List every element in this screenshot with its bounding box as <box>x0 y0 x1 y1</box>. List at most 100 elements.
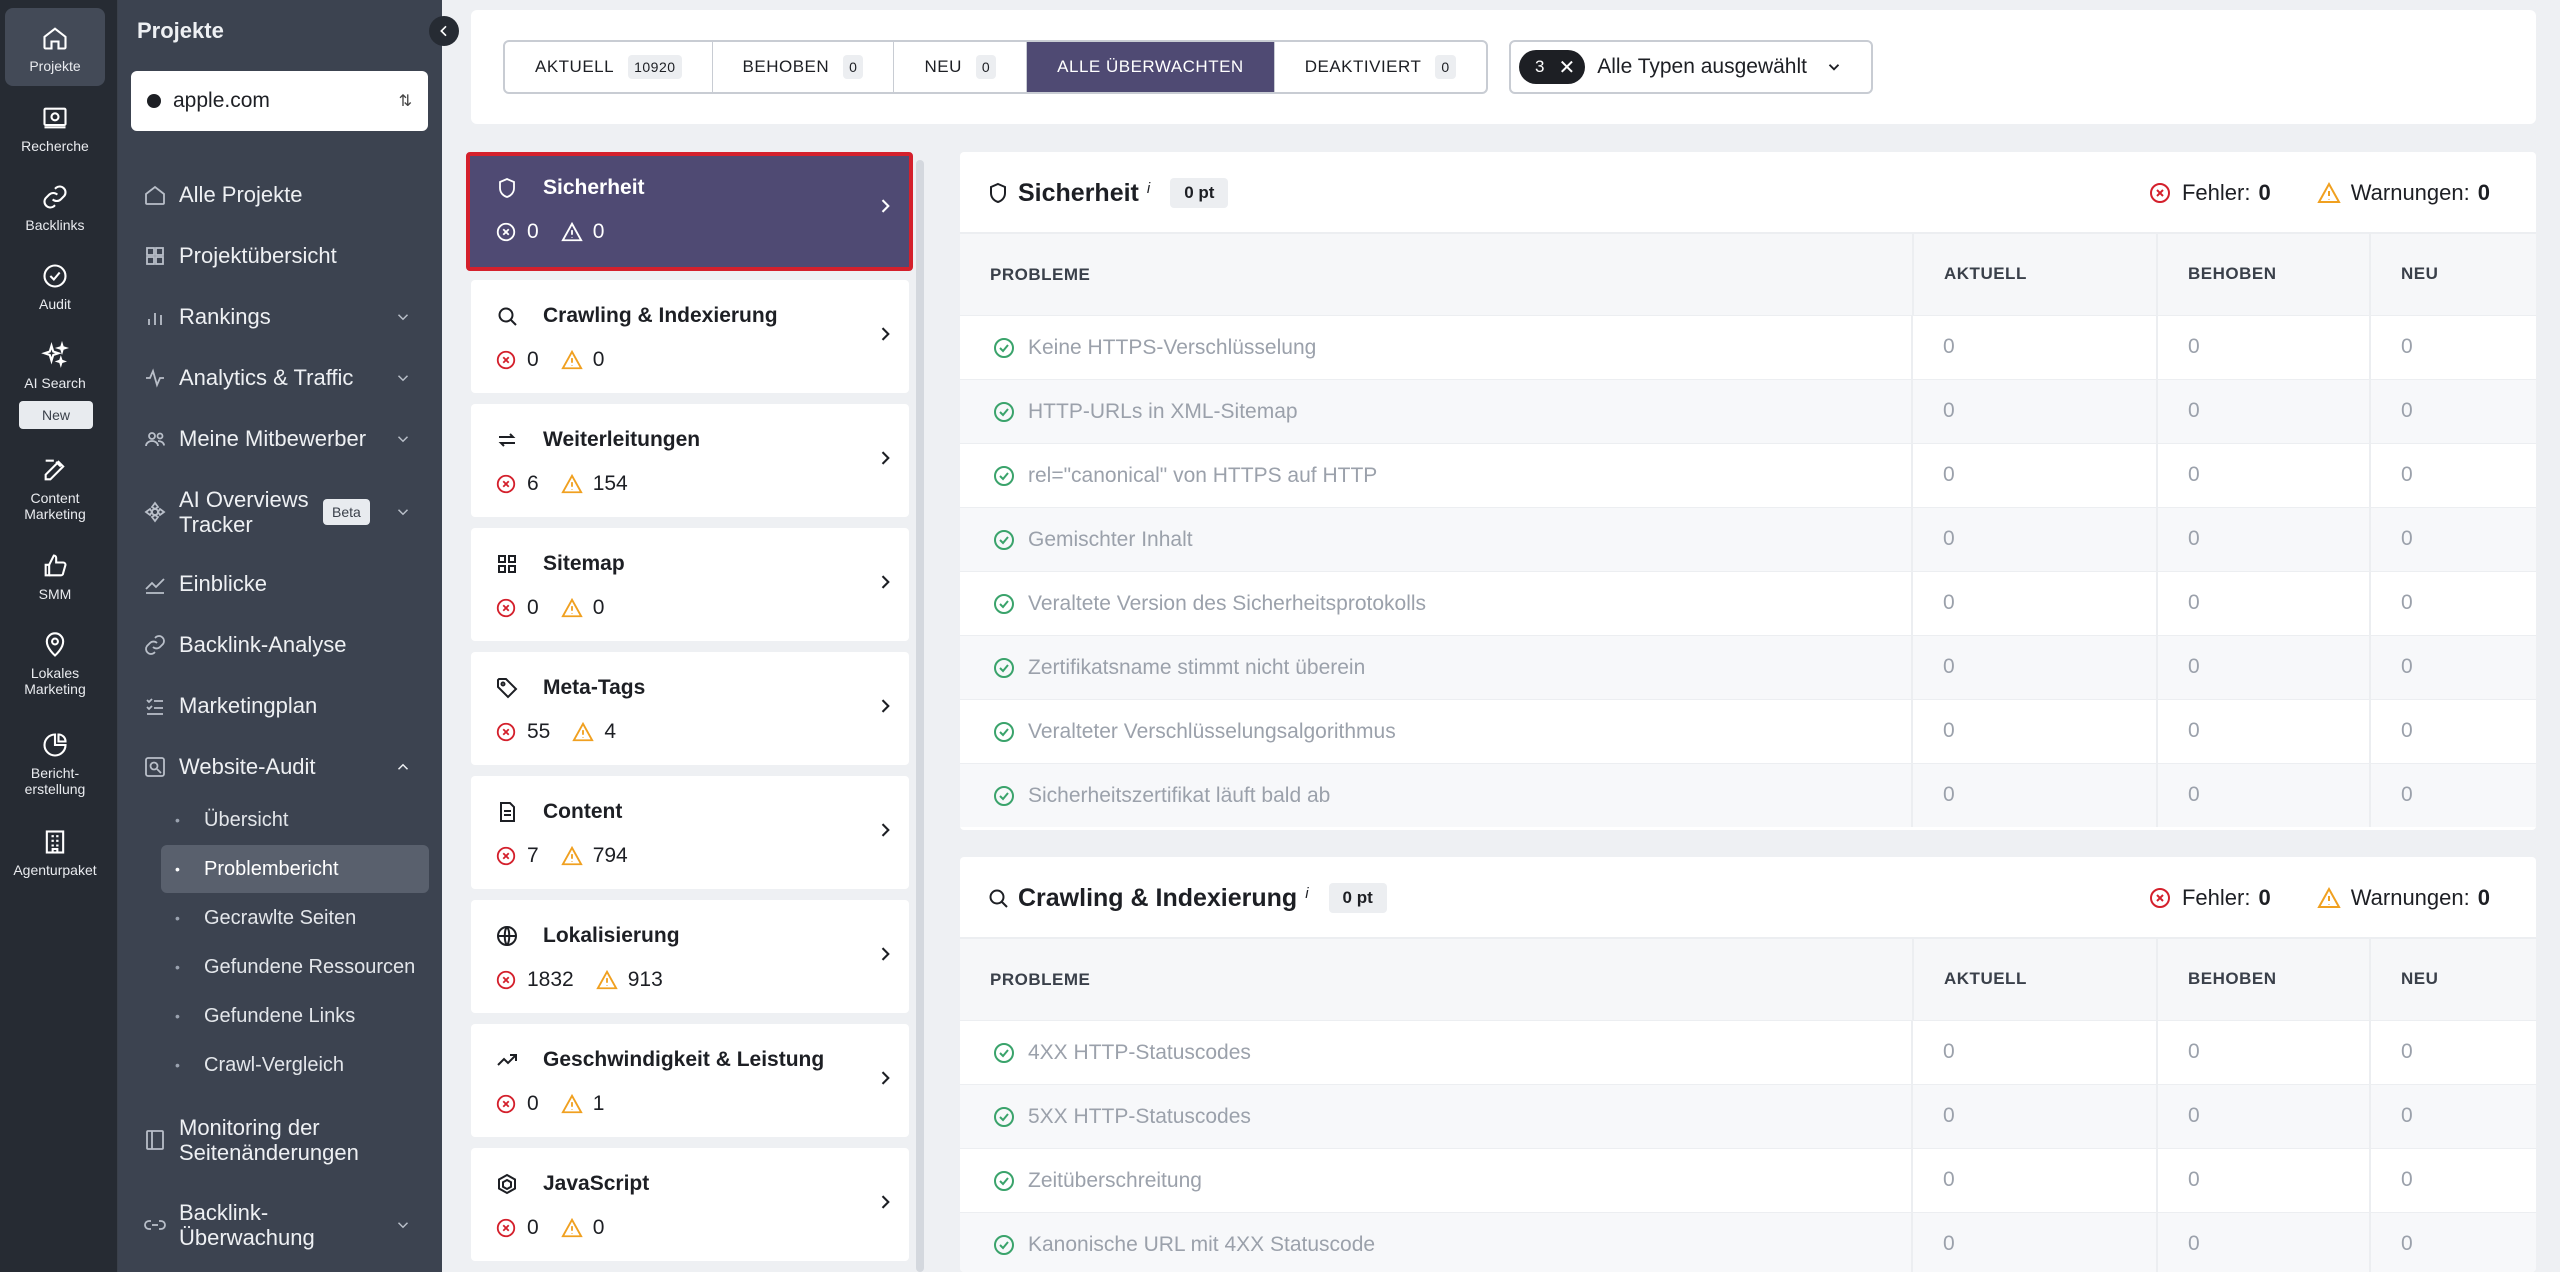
current-count: 0 <box>1913 1083 2158 1148</box>
nav-item-einblicke[interactable]: Einblicke <box>143 571 424 597</box>
table-row[interactable]: Keine HTTPS-Verschlüsselung 0 0 0 <box>960 314 2536 379</box>
icon-rail: Projekte Recherche Backlinks Audit AI Se… <box>0 0 118 1272</box>
tab-aktuell[interactable]: AKTUELL 10920 <box>505 42 713 92</box>
list-check-icon <box>146 698 163 715</box>
category-card-lokalisierung[interactable]: Lokalisierung 1832 913 <box>471 900 909 1013</box>
warning-icon <box>560 597 583 618</box>
category-warnings: 913 <box>627 968 663 991</box>
clear-icon[interactable]: ✕ <box>1558 55 1575 80</box>
category-errors: 0 <box>527 1216 539 1239</box>
table-row[interactable]: 5XX HTTP-Statuscodes 0 0 0 <box>960 1083 2536 1148</box>
tab-alle-ueberwachten[interactable]: ALLE ÜBERWACHTEN <box>1027 42 1275 92</box>
info-icon[interactable]: i <box>1147 180 1150 197</box>
tab-neu[interactable]: NEU 0 <box>894 42 1028 92</box>
rail-item-smm[interactable]: SMM <box>5 536 105 602</box>
new-count: 0 <box>2370 1083 2536 1148</box>
nav-item-ai-overviews-tracker[interactable]: AI Overviews Tracker Beta <box>143 487 424 537</box>
building-icon <box>45 830 65 854</box>
table-row[interactable]: 4XX HTTP-Statuscodes 0 0 0 <box>960 1019 2536 1084</box>
rail-item-berichterstellung[interactable]: Bericht-erstellung <box>5 715 105 797</box>
subnav-label: Problembericht <box>204 857 339 880</box>
table-row[interactable]: Sicherheitszertifikat läuft bald ab 0 0 0 <box>960 762 2536 827</box>
subnav-gefundene-links[interactable]: Gefundene Links <box>161 992 429 1040</box>
nav-item-rankings[interactable]: Rankings <box>143 304 424 330</box>
rail-item-audit[interactable]: Audit <box>5 246 105 312</box>
selected-types-chip[interactable]: 3 ✕ <box>1519 50 1586 84</box>
map-pin-icon <box>45 632 65 657</box>
info-icon[interactable]: i <box>1305 885 1308 902</box>
category-card-sitemap[interactable]: Sitemap 0 0 <box>471 528 909 641</box>
category-card-geschwindigkeit[interactable]: Geschwindigkeit & Leistung 0 1 <box>471 1024 909 1137</box>
subnav-gefundene-ressourcen[interactable]: Gefundene Ressourcen <box>161 943 429 991</box>
tab-behoben[interactable]: BEHOBEN 0 <box>713 42 895 92</box>
nav-item-alle-projekte[interactable]: Alle Projekte <box>143 182 424 208</box>
table-row[interactable]: rel="canonical" von HTTPS auf HTTP 0 0 0 <box>960 442 2536 507</box>
nav-item-analytics-traffic[interactable]: Analytics & Traffic <box>143 365 424 391</box>
table-row[interactable]: Veraltete Version des Sicherheitsprotoko… <box>960 570 2536 635</box>
rail-item-lokales-marketing[interactable]: Lokales Marketing <box>5 615 105 697</box>
fixed-count: 0 <box>2157 570 2371 635</box>
category-card-content[interactable]: Content 7 794 <box>471 776 909 889</box>
rail-label: Agenturpaket <box>13 862 97 878</box>
nav-item-projektuebersicht[interactable]: Projektübersicht <box>143 243 424 269</box>
issue-label: Gemischter Inhalt <box>1028 527 1193 551</box>
nav-item-backlink-analyse[interactable]: Backlink-Analyse <box>143 632 424 658</box>
panel-error-count: Fehler: 0 <box>2148 180 2271 206</box>
category-card-meta-tags[interactable]: Meta-Tags 55 4 <box>471 652 909 765</box>
nav-item-marketingplan[interactable]: Marketingplan <box>143 693 424 719</box>
category-card-sicherheit[interactable]: Sicherheit 0 0 <box>466 152 913 271</box>
rail-item-backlinks[interactable]: Backlinks <box>5 167 105 233</box>
category-card-crawling[interactable]: Crawling & Indexierung 0 0 <box>471 280 909 393</box>
rail-item-ai-search[interactable]: AI Search <box>5 325 105 391</box>
rail-item-content-marketing[interactable]: Content Marketing <box>5 440 105 522</box>
table-row[interactable]: HTTP-URLs in XML-Sitemap 0 0 0 <box>960 378 2536 443</box>
category-card-weiterleitungen[interactable]: Weiterleitungen 6 154 <box>471 404 909 517</box>
points-badge: 0 pt <box>1170 178 1229 208</box>
nav-item-monitoring[interactable]: Monitoring der Seitenänderungen <box>143 1115 424 1165</box>
project-selector[interactable]: apple.com ⇅ <box>131 71 428 131</box>
issue-label: Veralteter Verschlüsselungsalgorithmus <box>1028 719 1396 743</box>
table-row[interactable]: Kanonische URL mit 4XX Statuscode 0 0 0 <box>960 1211 2536 1272</box>
category-card-javascript[interactable]: JavaScript 0 0 <box>471 1148 909 1261</box>
issue-type-dropdown[interactable]: 3 ✕ Alle Typen ausgewählt <box>1509 40 1873 94</box>
subnav-gecrawlte-seiten[interactable]: Gecrawlte Seiten <box>161 894 429 942</box>
category-errors: 1832 <box>527 968 574 991</box>
nav-item-meine-mitbewerber[interactable]: Meine Mitbewerber <box>143 426 424 452</box>
subnav-problembericht[interactable]: Problembericht <box>161 845 429 893</box>
table-row[interactable]: Zertifikatsname stimmt nicht überein 0 0 0 <box>960 634 2536 699</box>
rail-item-projekte[interactable]: Projekte <box>5 8 105 86</box>
column-header: NEU <box>2370 232 2536 315</box>
rail-item-agenturpaket[interactable]: Agenturpaket <box>5 812 105 878</box>
tab-label: AKTUELL <box>535 57 615 76</box>
table-row[interactable]: Veralteter Verschlüsselungsalgorithmus 0 0… <box>960 698 2536 763</box>
nav-title: Projekte <box>137 18 224 43</box>
collapse-sidebar-button[interactable] <box>429 16 459 46</box>
grid-icon <box>146 247 164 265</box>
check-circle-icon <box>994 657 1014 678</box>
table-row[interactable]: Gemischter Inhalt 0 0 0 <box>960 506 2536 571</box>
tab-deaktiviert[interactable]: DEAKTIVIERT 0 <box>1275 42 1486 92</box>
rail-item-recherche[interactable]: Recherche <box>5 88 105 154</box>
status-filter-tabs: AKTUELL 10920 BEHOBEN 0 NEU 0 ALLE ÜBERW… <box>503 40 1488 94</box>
link-watch-icon <box>144 1220 166 1230</box>
check-circle-icon <box>994 1106 1014 1127</box>
rail-label: Content Marketing <box>24 490 86 522</box>
category-warnings: 1 <box>592 1092 605 1115</box>
errors-value: 0 <box>2258 180 2271 205</box>
warning-icon <box>2317 886 2341 908</box>
category-errors: 6 <box>527 472 539 495</box>
fixed-count: 0 <box>2157 442 2371 507</box>
rail-label: Projekte <box>29 58 81 74</box>
column-header: PROBLEME <box>960 232 1914 315</box>
activity-icon <box>146 368 164 388</box>
subnav-uebersicht[interactable]: Übersicht <box>161 796 429 844</box>
nav-item-label: Rankings <box>179 304 271 329</box>
table-row[interactable]: Zeitüberschreitung 0 0 0 <box>960 1147 2536 1212</box>
subnav-crawl-vergleich[interactable]: Crawl-Vergleich <box>161 1041 429 1089</box>
category-list-scrollbar[interactable] <box>916 160 924 1272</box>
nav-item-backlink-ueberwachung[interactable]: Backlink-Überwachung <box>143 1200 424 1250</box>
check-circle-icon <box>994 1234 1014 1255</box>
category-errors: 0 <box>527 220 539 243</box>
subnav-label: Gefundene Ressourcen <box>204 955 416 978</box>
nav-item-website-audit[interactable]: Website-Audit <box>143 754 424 780</box>
